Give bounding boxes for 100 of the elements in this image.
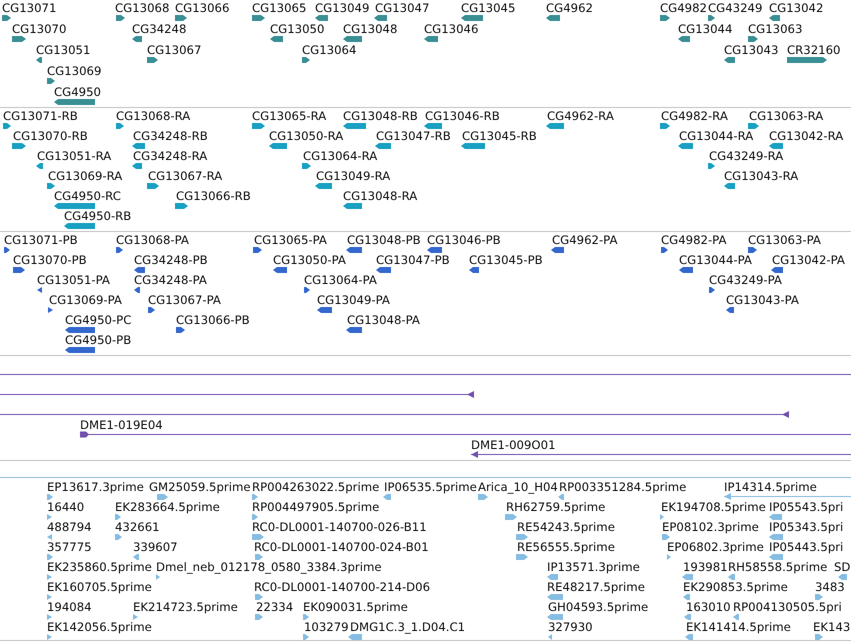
arrow-icon[interactable]	[116, 123, 124, 129]
arrow-icon[interactable]	[13, 267, 25, 273]
arrow-icon[interactable]	[54, 203, 95, 209]
arrow-icon[interactable]	[315, 183, 332, 189]
arrow-icon[interactable]	[2, 15, 11, 21]
arrow-icon[interactable]	[47, 183, 55, 189]
feature-label: CG13045-PB	[469, 253, 543, 267]
arrow-icon[interactable]	[771, 267, 783, 273]
arrow-icon[interactable]	[302, 57, 310, 63]
feature-label: CG4950	[54, 85, 101, 99]
feature-label: RP004497905.5prime	[252, 500, 380, 514]
arrow-icon[interactable]	[551, 247, 564, 253]
arrow-icon[interactable]	[376, 267, 391, 273]
arrow-icon[interactable]	[252, 15, 265, 21]
arrow-icon[interactable]	[546, 15, 560, 21]
arrow-icon[interactable]	[748, 36, 758, 42]
arrow-icon[interactable]	[36, 57, 42, 63]
arrow-icon[interactable]	[660, 15, 670, 21]
arrow-icon[interactable]	[36, 163, 43, 169]
arrow-icon[interactable]	[546, 123, 564, 129]
feature-label: IP05543.5pri	[769, 500, 844, 514]
feature-line[interactable]	[0, 371, 851, 378]
arrow-icon[interactable]	[724, 183, 735, 189]
arrow-icon[interactable]	[65, 327, 95, 333]
arrow-icon[interactable]	[12, 36, 26, 42]
arrow-icon[interactable]	[748, 123, 759, 129]
feature-label: CG13050	[270, 22, 324, 36]
feature-label: CG13065	[252, 1, 306, 15]
arrow-icon[interactable]	[269, 143, 287, 149]
arrow-icon[interactable]	[147, 183, 159, 189]
arrow-icon[interactable]	[175, 15, 187, 21]
arrow-icon[interactable]	[769, 143, 783, 149]
arrow-icon[interactable]	[469, 267, 479, 273]
arrow-icon[interactable]	[678, 143, 693, 149]
arrow-icon[interactable]	[708, 163, 715, 169]
feature-label: 432661	[115, 520, 160, 534]
arrow-icon[interactable]	[346, 327, 362, 333]
arrow-icon[interactable]	[54, 99, 95, 105]
arrow-icon[interactable]	[709, 287, 715, 293]
arrow-icon[interactable]	[147, 57, 158, 63]
arrow-icon[interactable]	[134, 287, 140, 293]
arrow-icon[interactable]	[12, 143, 26, 149]
arrow-icon[interactable]	[660, 123, 670, 129]
arrow-icon[interactable]	[252, 123, 265, 129]
feature-label: CG13066	[175, 1, 230, 15]
arrow-icon[interactable]	[748, 247, 757, 253]
arrow-icon[interactable]	[132, 163, 142, 169]
feature-label: 16440	[47, 500, 84, 514]
arrow-line[interactable]	[80, 431, 851, 438]
arrow-icon[interactable]	[461, 143, 485, 149]
arrow-icon[interactable]	[343, 36, 362, 42]
arrow-icon[interactable]	[302, 163, 311, 169]
arrow-icon[interactable]	[769, 15, 780, 21]
feature-label: CG13042-RA	[769, 129, 844, 143]
arrow-icon[interactable]	[270, 36, 283, 42]
arrow-icon[interactable]	[116, 15, 125, 21]
arrow-icon[interactable]	[132, 143, 145, 149]
feature-label: EK090031.5prime	[303, 600, 408, 614]
arrow-icon[interactable]	[64, 223, 95, 229]
arrow-icon[interactable]	[678, 36, 690, 42]
feature-label: CG13064-PA	[304, 273, 377, 287]
arrow-line[interactable]	[0, 391, 474, 398]
arrow-icon[interactable]	[134, 267, 145, 273]
arrow-icon[interactable]	[3, 123, 11, 129]
arrow-icon[interactable]	[427, 247, 442, 253]
arrow-icon[interactable]	[708, 15, 715, 21]
arrow-icon[interactable]	[65, 347, 95, 353]
arrow-icon[interactable]	[679, 267, 693, 273]
arrow-icon[interactable]	[132, 36, 142, 42]
feature-label: CG13051-PA	[37, 273, 110, 287]
arrow-icon[interactable]	[374, 15, 387, 21]
arrow-line[interactable]	[0, 411, 789, 418]
arrow-icon[interactable]	[315, 15, 328, 21]
arrow-icon[interactable]	[461, 15, 483, 21]
feature-label: CG13064	[302, 43, 356, 57]
arrow-icon[interactable]	[304, 287, 310, 293]
arrow-icon[interactable]	[116, 247, 123, 253]
arrow-icon[interactable]	[346, 247, 362, 253]
arrow-icon[interactable]	[343, 123, 366, 129]
arrow-icon[interactable]	[253, 247, 262, 253]
arrow-icon[interactable]	[724, 57, 735, 63]
arrow-icon[interactable]	[726, 307, 734, 313]
arrow-icon[interactable]	[47, 78, 55, 84]
arrow-icon[interactable]	[48, 307, 53, 313]
arrow-icon[interactable]	[273, 267, 287, 273]
arrow-icon[interactable]	[424, 36, 438, 42]
feature-label: CG13049-PA	[317, 293, 390, 307]
arrow-icon[interactable]	[37, 287, 42, 293]
arrow-icon[interactable]	[375, 143, 391, 149]
arrow-icon[interactable]	[317, 307, 332, 313]
arrow-icon[interactable]	[787, 57, 827, 63]
arrow-icon[interactable]	[175, 203, 188, 209]
arrow-icon[interactable]	[148, 307, 155, 313]
arrow-icon[interactable]	[4, 247, 10, 253]
arrow-icon[interactable]	[661, 247, 668, 253]
arrow-icon[interactable]	[424, 123, 442, 129]
arrow-line[interactable]	[471, 451, 851, 458]
arrow-icon[interactable]	[343, 203, 362, 209]
arrow-icon[interactable]	[176, 327, 185, 333]
feature-label: CG34248-PB	[134, 253, 208, 267]
